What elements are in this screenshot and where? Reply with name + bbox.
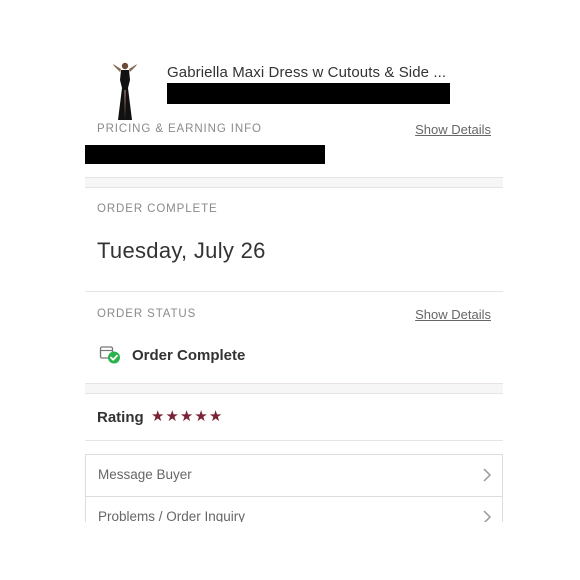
star-icon: ★ [194,408,208,425]
star-icon: ★ [179,408,194,425]
star-icon: ★ [151,408,165,425]
section-divider [85,177,503,188]
product-title[interactable]: Gabriella Maxi Dress w Cutouts & Side ..… [167,64,446,81]
order-complete-label: ORDER COMPLETE [97,203,218,215]
order-inquiry-button[interactable]: Problems / Order Inquiry [85,496,503,522]
divider [85,440,503,441]
package-check-icon [99,346,120,364]
order-status-show-details-link[interactable]: Show Details [415,307,491,322]
chevron-right-icon [483,468,492,482]
pricing-show-details-link[interactable]: Show Details [415,122,491,137]
message-buyer-label: Message Buyer [98,467,192,482]
product-summary[interactable]: Gabriella Maxi Dress w Cutouts & Side ..… [85,50,503,120]
redacted-price [167,83,450,104]
order-details-panel: Gabriella Maxi Dress w Cutouts & Side ..… [85,50,503,522]
pricing-label: PRICING & EARNING INFO [97,123,262,135]
section-divider [85,383,503,394]
message-buyer-button[interactable]: Message Buyer [85,454,503,497]
rating-label: Rating [97,409,144,426]
product-thumbnail [113,62,137,120]
star-icon: ★ [208,408,223,425]
order-status-text: Order Complete [132,347,246,364]
star-icon: ★ [165,408,179,425]
redacted-earnings [85,145,325,164]
divider [85,291,503,292]
chevron-right-icon [483,510,492,522]
order-inquiry-label: Problems / Order Inquiry [98,509,246,522]
order-status-label: ORDER STATUS [97,308,197,320]
order-complete-date: Tuesday, July 26 [97,238,266,263]
rating-stars: ★ ★ ★ ★ ★ [151,408,222,426]
